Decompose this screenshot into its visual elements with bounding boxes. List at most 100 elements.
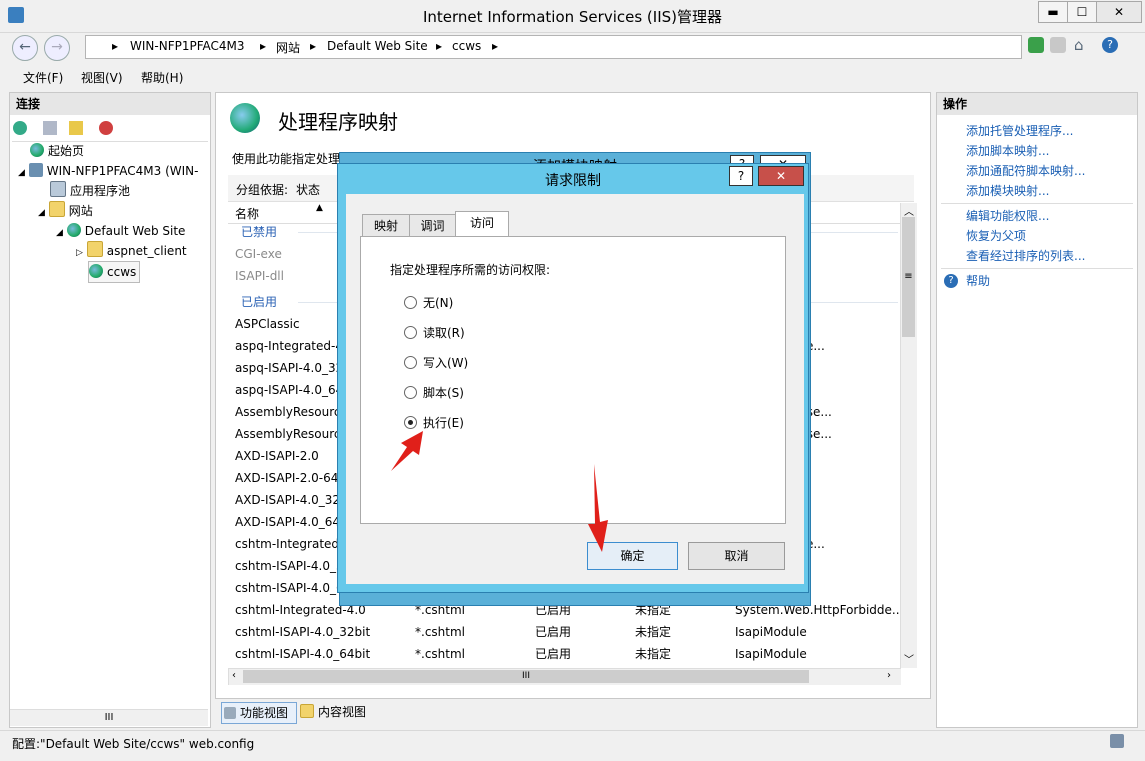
crumb-site[interactable]: Default Web Site <box>327 39 428 53</box>
crumb-sites[interactable]: 网站 <box>276 39 300 56</box>
scroll-right-icon[interactable]: › <box>887 670 891 681</box>
action-view-ordered-list[interactable]: 查看经过排序的列表... <box>966 246 1085 266</box>
action-add-managed-handler[interactable]: 添加托管处理程序... <box>966 121 1073 141</box>
action-add-script-map[interactable]: 添加脚本映射... <box>966 141 1049 161</box>
refresh-icon[interactable] <box>1028 37 1044 53</box>
table-row[interactable]: cshtml-ISAPI-4.0_32bit *.cshtml 已启用 未指定 Isap… <box>228 621 900 643</box>
action-edit-feature-permissions[interactable]: 编辑功能权限... <box>966 206 1049 226</box>
group-header-disabled[interactable]: 已禁用 <box>241 221 277 243</box>
tree-item-sites[interactable]: ◢ 网站 <box>38 201 93 221</box>
tree-item-ccws[interactable]: ccws <box>88 261 141 283</box>
globe-icon <box>89 264 103 278</box>
address-bar[interactable]: ▸ WIN-NFP1PFAC4M3 ▸ 网站 ▸ Default Web Sit… <box>85 35 1022 59</box>
cell-name: AXD-ISAPI-2.0-64 <box>235 471 339 485</box>
globe-icon <box>66 223 81 237</box>
tree-label: ccws <box>107 265 137 279</box>
scroll-left-icon[interactable]: ‹ <box>232 670 236 681</box>
expand-icon[interactable]: ▷ <box>76 248 83 258</box>
cell-path: *.cshtml <box>415 647 465 661</box>
actions-title: 操作 <box>937 93 1137 115</box>
table-row[interactable]: cshtml-ISAPI-4.0_64bit *.cshtml 已启用 未指定 Isap… <box>228 643 900 665</box>
cell-name: aspq-Integrated-4 <box>235 339 343 353</box>
close-button[interactable]: ✕ <box>1096 1 1142 23</box>
scroll-thumb[interactable]: III <box>105 712 114 723</box>
collapse-icon[interactable]: ◢ <box>38 208 45 218</box>
actions-panel: 操作 添加托管处理程序... 添加脚本映射... 添加通配符脚本映射... 添加… <box>936 92 1138 728</box>
tab-content-view[interactable]: 内容视图 <box>300 702 372 722</box>
up-folder-icon[interactable] <box>69 121 83 135</box>
radio-circle[interactable] <box>404 356 417 369</box>
menu-view[interactable]: 视图(V) <box>81 69 123 86</box>
list-item[interactable]: ISAPI-dll <box>235 265 284 287</box>
group-by-select[interactable]: 状态 <box>296 181 320 198</box>
feature-description: 使用此功能指定处理 <box>232 152 341 166</box>
collapse-icon[interactable]: ◢ <box>18 168 25 178</box>
tree-label: 网站 <box>68 204 93 218</box>
status-bar: 配置:"Default Web Site/ccws" web.config <box>0 730 1145 761</box>
status-text: 配置:"Default Web Site/ccws" web.config <box>12 737 255 751</box>
tab-verbs[interactable]: 调词 <box>409 214 456 237</box>
radio-read[interactable]: 读取(R) <box>404 323 465 343</box>
tree-item-aspnet-client[interactable]: ▷ aspnet_client <box>76 241 187 261</box>
action-help[interactable]: 帮助 <box>966 271 990 291</box>
list-vertical-scrollbar[interactable]: ︿ ≡ ﹀ <box>900 203 917 668</box>
action-add-wildcard-script-map[interactable]: 添加通配符脚本映射... <box>966 161 1085 181</box>
tab-access[interactable]: 访问 <box>455 211 509 237</box>
disconnect-icon[interactable] <box>99 121 113 135</box>
scroll-thumb[interactable]: III <box>243 670 809 683</box>
action-revert-to-parent[interactable]: 恢复为父项 <box>966 226 1026 246</box>
maximize-button[interactable]: ☐ <box>1067 1 1097 23</box>
home-icon[interactable]: ⌂ <box>1074 36 1090 54</box>
content-view-icon <box>300 704 314 718</box>
save-icon[interactable] <box>43 121 57 135</box>
tree-item-start-page[interactable]: 起始页 <box>30 141 84 161</box>
radio-circle[interactable] <box>404 296 417 309</box>
radio-circle[interactable] <box>404 326 417 339</box>
back-button[interactable]: ← <box>12 35 38 61</box>
handler-mappings-icon <box>230 103 260 133</box>
divider <box>941 268 1133 269</box>
crumb-app[interactable]: ccws <box>452 39 481 53</box>
menu-help[interactable]: 帮助(H) <box>141 69 183 86</box>
tree-label: 起始页 <box>48 144 85 158</box>
sites-folder-icon <box>48 201 65 217</box>
cell-path: *.cshtml <box>415 625 465 639</box>
dialog-close-button[interactable]: ✕ <box>758 166 804 186</box>
forward-button[interactable]: → <box>44 35 70 61</box>
collapse-icon[interactable]: ◢ <box>56 228 63 238</box>
list-item[interactable]: CGI-exe <box>235 243 282 265</box>
window-title: Internet Information Services (IIS)管理器 <box>422 8 723 26</box>
tree-item-default-web-site[interactable]: ◢ Default Web Site <box>56 221 185 241</box>
tree-horizontal-scrollbar[interactable]: III <box>10 709 208 726</box>
radio-none[interactable]: 无(N) <box>404 293 453 313</box>
cell-name: AXD-ISAPI-4.0_64 <box>235 515 341 529</box>
cancel-button[interactable]: 取消 <box>688 542 785 570</box>
stop-icon[interactable] <box>1050 37 1066 53</box>
tab-features-view[interactable]: 功能视图 <box>221 702 297 724</box>
group-header-enabled[interactable]: 已启用 <box>241 291 277 313</box>
tree-item-app-pools[interactable]: 应用程序池 <box>50 181 130 201</box>
list-horizontal-scrollbar[interactable]: ‹ III › <box>228 668 901 685</box>
network-status-icon <box>1110 734 1124 748</box>
tab-mapping[interactable]: 映射 <box>362 214 410 237</box>
radio-script[interactable]: 脚本(S) <box>404 383 464 403</box>
tree-label: Default Web Site <box>84 224 186 238</box>
tree-label: 应用程序池 <box>70 184 131 198</box>
radio-write[interactable]: 写入(W) <box>404 353 468 373</box>
crumb-separator-icon: ▸ <box>436 39 443 53</box>
crumb-server[interactable]: WIN-NFP1PFAC4M3 <box>130 39 245 53</box>
radio-circle[interactable] <box>404 386 417 399</box>
scroll-down-icon[interactable]: ﹀ <box>904 651 914 666</box>
dialog-help-button[interactable]: ? <box>729 166 753 186</box>
help-icon[interactable]: ? <box>1102 37 1118 53</box>
scroll-up-icon[interactable]: ︿ <box>904 203 914 218</box>
tree-item-server[interactable]: ◢ WIN-NFP1PFAC4M3 (WIN- <box>18 161 198 181</box>
minimize-button[interactable]: ▬ <box>1038 1 1068 23</box>
scroll-thumb[interactable]: ≡ <box>902 217 915 337</box>
action-add-module-mapping[interactable]: 添加模块映射... <box>966 181 1049 201</box>
crumb-separator-icon: ▸ <box>112 39 119 53</box>
group-by-label: 分组依据: <box>236 183 289 197</box>
cell-name: AssemblyResourc <box>235 427 341 441</box>
connect-icon[interactable] <box>13 121 27 135</box>
menu-file[interactable]: 文件(F) <box>23 69 63 86</box>
